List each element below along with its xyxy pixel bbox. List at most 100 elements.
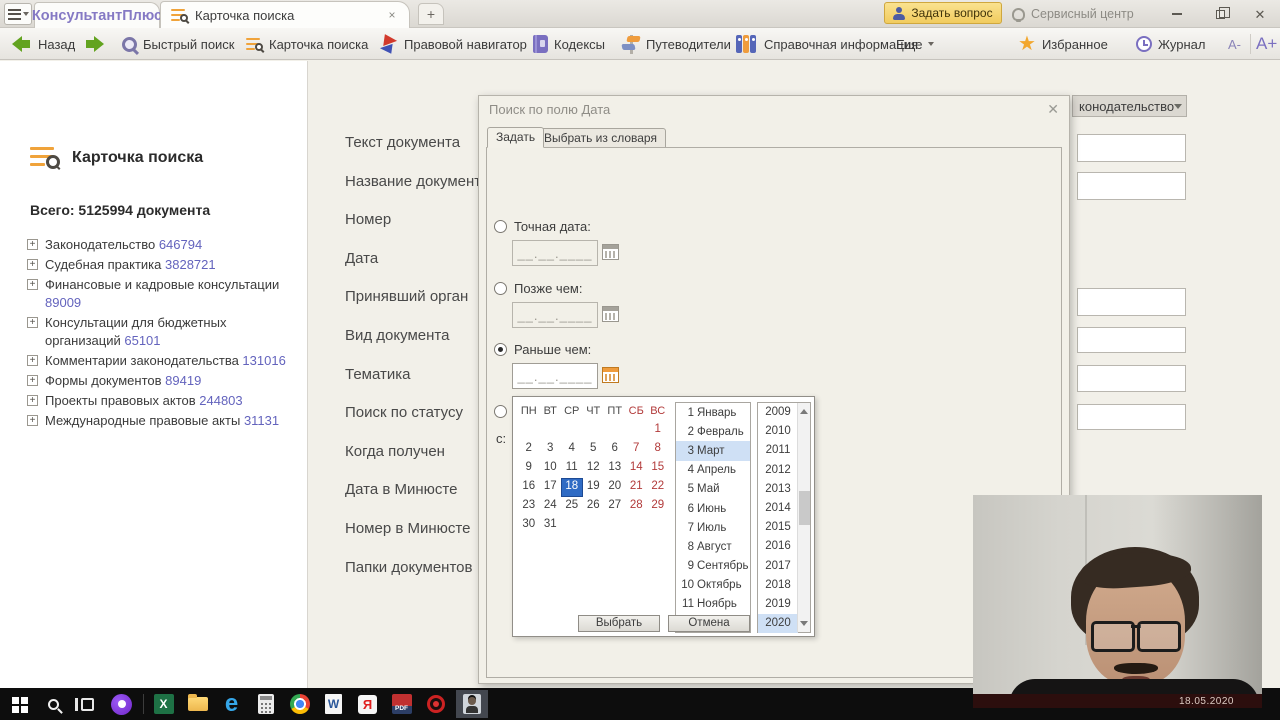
- calendar-day[interactable]: 26: [583, 497, 605, 516]
- yandex-icon[interactable]: Я: [354, 690, 381, 718]
- calendar-day[interactable]: 25: [561, 497, 583, 516]
- calendar-day[interactable]: 23: [518, 497, 540, 516]
- more-button[interactable]: Еще: [896, 28, 935, 60]
- calendar-day[interactable]: 20: [604, 478, 626, 497]
- calendar-day[interactable]: 11: [561, 459, 583, 478]
- dialog-tab-set[interactable]: Задать: [487, 127, 545, 148]
- calendar-day[interactable]: 16: [518, 478, 540, 497]
- tab-close-icon[interactable]: ×: [385, 8, 399, 22]
- form-field-label[interactable]: Вид документа: [345, 327, 489, 366]
- month-item[interactable]: 6 Июнь: [676, 499, 750, 518]
- month-item[interactable]: 11 Ноябрь: [676, 595, 750, 614]
- service-center-button[interactable]: Сервисный центр: [1012, 3, 1134, 25]
- calendar-day[interactable]: 13: [604, 459, 626, 478]
- month-item[interactable]: 7 Июль: [676, 518, 750, 537]
- tree-item[interactable]: + Законодательство 646794: [27, 236, 289, 254]
- before-date-input[interactable]: __.__.____: [512, 363, 598, 389]
- form-input[interactable]: [1077, 365, 1186, 392]
- calendar-day[interactable]: 15: [647, 459, 669, 478]
- consultant-icon[interactable]: [456, 690, 488, 718]
- tree-item[interactable]: + Международные правовые акты 31131: [27, 412, 289, 430]
- calendar-day[interactable]: 24: [540, 497, 562, 516]
- radio-icon[interactable]: [494, 220, 507, 233]
- calendar-day[interactable]: 27: [604, 497, 626, 516]
- journal-button[interactable]: Журнал: [1136, 28, 1205, 60]
- tree-item[interactable]: + Консультации для бюджетных организаций …: [27, 314, 289, 350]
- tree-item[interactable]: + Комментарии законодательства 131016: [27, 352, 289, 370]
- calendar-day[interactable]: 18: [561, 478, 583, 497]
- main-menu-button[interactable]: [4, 3, 32, 25]
- expand-icon[interactable]: +: [27, 279, 38, 290]
- year-item[interactable]: 2010: [758, 422, 798, 441]
- calendar-day[interactable]: 9: [518, 459, 540, 478]
- form-field-label[interactable]: Принявший орган: [345, 288, 489, 327]
- ask-question-button[interactable]: Задать вопрос: [884, 2, 1002, 24]
- form-input[interactable]: [1077, 172, 1186, 200]
- calendar-day[interactable]: 1: [647, 421, 669, 440]
- form-field-label[interactable]: Поиск по статусу: [345, 404, 489, 443]
- tree-item[interactable]: + Проекты правовых актов 244803: [27, 392, 289, 410]
- expand-icon[interactable]: +: [27, 415, 38, 426]
- form-input[interactable]: [1077, 327, 1186, 353]
- scrollbar-thumb[interactable]: [799, 491, 810, 525]
- search-icon[interactable]: [40, 690, 67, 718]
- tree-item[interactable]: + Судебная практика 3828721: [27, 256, 289, 274]
- year-item[interactable]: 2015: [758, 518, 798, 537]
- month-item[interactable]: 10 Октябрь: [676, 576, 750, 595]
- radio-icon[interactable]: [494, 405, 507, 418]
- guides-button[interactable]: Путеводители: [621, 28, 731, 60]
- tree-item[interactable]: + Формы документов 89419: [27, 372, 289, 390]
- restore-button[interactable]: [1205, 5, 1235, 23]
- calendar-day[interactable]: 29: [647, 497, 669, 516]
- pdf-icon[interactable]: PDF: [388, 690, 415, 718]
- month-item[interactable]: 8 Август: [676, 537, 750, 556]
- codes-button[interactable]: Кодексы: [533, 28, 605, 60]
- year-item[interactable]: 2019: [758, 595, 798, 614]
- radio-icon[interactable]: [494, 282, 507, 295]
- form-field-label[interactable]: Номер в Минюсте: [345, 520, 489, 559]
- new-tab-button[interactable]: +: [418, 3, 444, 25]
- month-item[interactable]: 2 Февраль: [676, 422, 750, 441]
- year-item[interactable]: 2017: [758, 557, 798, 576]
- minimize-button[interactable]: [1162, 5, 1192, 23]
- legal-navigator-button[interactable]: Правовой навигатор: [378, 28, 527, 60]
- month-item[interactable]: 3 Март: [676, 441, 750, 461]
- radio-icon-selected[interactable]: [494, 343, 507, 356]
- dialog-tab-dictionary[interactable]: Выбрать из словаря: [535, 128, 666, 148]
- calendar-day[interactable]: 7: [626, 440, 648, 459]
- font-increase-button[interactable]: А+: [1256, 28, 1277, 60]
- scroll-up-icon[interactable]: [800, 409, 808, 414]
- taskbar-separator[interactable]: [142, 690, 144, 718]
- form-input[interactable]: [1077, 288, 1186, 316]
- after-date-input[interactable]: __.__.____: [512, 302, 598, 328]
- year-item[interactable]: 2018: [758, 576, 798, 595]
- expand-icon[interactable]: +: [27, 239, 38, 250]
- dialog-close-button[interactable]: ✕: [1047, 101, 1059, 118]
- expand-icon[interactable]: +: [27, 395, 38, 406]
- expand-icon[interactable]: +: [27, 375, 38, 386]
- expand-icon[interactable]: +: [27, 317, 38, 328]
- calendar-day[interactable]: 31: [540, 516, 562, 535]
- year-item[interactable]: 2009: [758, 403, 798, 422]
- form-field-label[interactable]: Текст документа: [345, 134, 489, 173]
- tree-item[interactable]: + Финансовые и кадровые консультации 8900…: [27, 276, 289, 312]
- recorder-icon[interactable]: [422, 690, 449, 718]
- select-button[interactable]: Выбрать: [578, 615, 660, 632]
- calendar-day[interactable]: 6: [604, 440, 626, 459]
- calendar-day[interactable]: 30: [518, 516, 540, 535]
- chrome-icon[interactable]: [286, 690, 313, 718]
- calendar-day[interactable]: 21: [626, 478, 648, 497]
- year-item[interactable]: 2020: [758, 614, 798, 634]
- forward-button[interactable]: [84, 28, 106, 60]
- cancel-button[interactable]: Отмена: [668, 615, 750, 632]
- brand-logo[interactable]: КонсультантПлюс: [32, 2, 162, 28]
- radio-after-date[interactable]: Позже чем:: [494, 281, 582, 296]
- form-field-label[interactable]: Когда получен: [345, 443, 489, 482]
- form-field-label[interactable]: Дата в Минюсте: [345, 481, 489, 520]
- year-item[interactable]: 2012: [758, 461, 798, 480]
- form-field-label[interactable]: Название документа: [345, 173, 489, 212]
- calendar-day[interactable]: 10: [540, 459, 562, 478]
- start-icon[interactable]: [6, 690, 33, 718]
- back-button[interactable]: Назад: [10, 28, 75, 60]
- calendar-day[interactable]: 4: [561, 440, 583, 459]
